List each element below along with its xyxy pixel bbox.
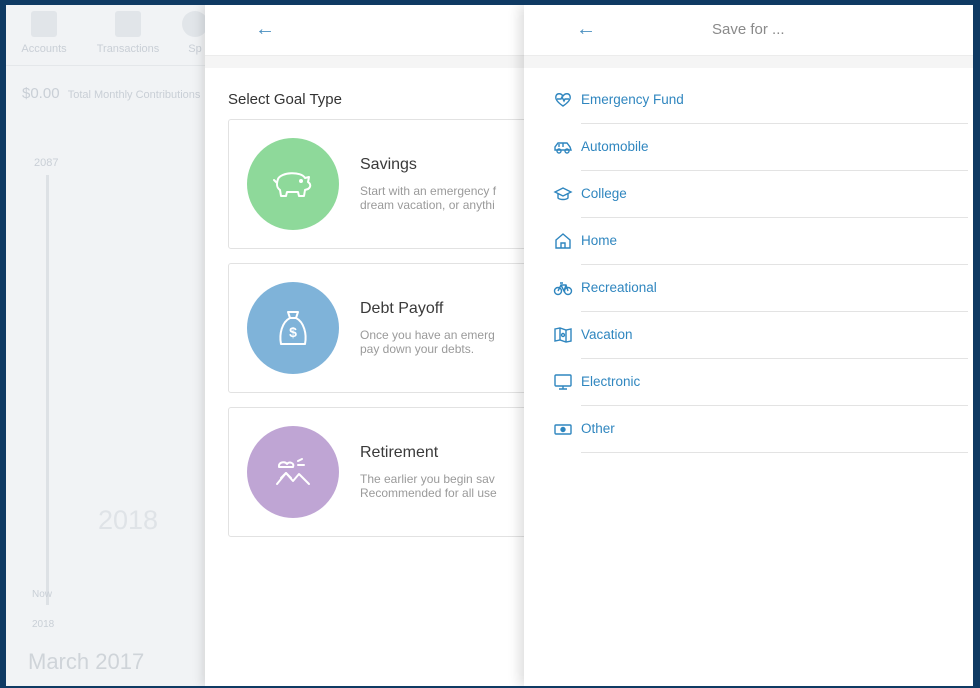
bicycle-icon: [553, 282, 573, 296]
goal-type-panel: ← Select Goal Type Savings Start with an…: [205, 5, 548, 686]
save-item-home[interactable]: Home: [548, 218, 968, 265]
goal-panel-header: ←: [205, 5, 535, 56]
timeline-now-label: Now: [32, 589, 53, 600]
save-item-emergency-fund[interactable]: Emergency Fund: [548, 77, 968, 124]
nav-transactions: Transactions: [88, 11, 168, 55]
current-month: March 2017: [28, 649, 145, 674]
svg-text:$: $: [289, 324, 297, 340]
nav-accounts: Accounts: [14, 11, 74, 55]
monitor-icon: [554, 374, 572, 390]
contribution-summary: $0.00 Total Monthly Contributions: [22, 85, 200, 102]
back-arrow-icon[interactable]: ←: [576, 19, 596, 39]
save-item-other[interactable]: Other: [548, 406, 968, 453]
sunset-mountains-icon: [247, 426, 339, 518]
goal-card-retirement[interactable]: Retirement The earlier you begin sav Rec…: [228, 407, 548, 537]
save-item-label: Emergency Fund: [581, 92, 684, 107]
save-item-college[interactable]: College: [548, 171, 968, 218]
goal-panel-subheader: [205, 56, 535, 68]
goal-desc-debt-payoff: Once you have an emerg pay down your deb…: [360, 328, 495, 356]
map-icon: [554, 327, 572, 343]
nav-accounts-label: Accounts: [21, 43, 67, 55]
goal-card-debt-payoff[interactable]: $ Debt Payoff Once you have an emerg pay…: [228, 263, 548, 393]
save-item-label: Other: [581, 421, 615, 436]
save-item-label: Home: [581, 233, 618, 248]
save-item-vacation[interactable]: Vacation: [548, 312, 968, 359]
contribution-label: Total Monthly Contributions: [67, 89, 201, 101]
background-nav: Accounts Transactions Sp: [6, 5, 226, 66]
save-item-label: Electronic: [581, 374, 641, 389]
contribution-amount: $0.00: [22, 85, 60, 102]
back-arrow-icon[interactable]: ←: [255, 19, 275, 39]
goal-desc-retirement: The earlier you begin sav Recommended fo…: [360, 472, 497, 500]
save-item-label: Recreational: [581, 280, 657, 295]
house-icon: [555, 233, 571, 249]
list-icon: [115, 11, 141, 37]
divider: [581, 452, 968, 453]
timeline-year-top: 2087: [34, 157, 59, 169]
save-item-label: College: [581, 186, 627, 201]
background-app: Accounts Transactions Sp $0.00 Total Mon…: [6, 5, 226, 686]
piggy-bank-icon: [247, 138, 339, 230]
car-icon: [554, 142, 572, 154]
goal-name-debt-payoff: Debt Payoff: [360, 300, 444, 317]
timeline-track: [46, 175, 49, 605]
graduation-cap-icon: [553, 187, 573, 201]
goal-card-savings[interactable]: Savings Start with an emergency f dream …: [228, 119, 548, 249]
money-bag-icon: $: [247, 282, 339, 374]
nav-spending-label: Sp: [188, 43, 202, 55]
save-panel-header: ← Save for ...: [524, 5, 973, 56]
timeline-year-mid: 2018: [98, 505, 159, 535]
heartbeat-icon: [555, 93, 571, 107]
save-category-list: Emergency Fund Automobile College Home R…: [548, 77, 968, 453]
save-item-automobile[interactable]: Automobile: [548, 124, 968, 171]
save-item-label: Automobile: [581, 139, 649, 154]
screenshot-frame: Accounts Transactions Sp $0.00 Total Mon…: [0, 0, 980, 688]
save-item-electronic[interactable]: Electronic: [548, 359, 968, 406]
briefcase-icon: [31, 11, 57, 37]
save-item-recreational[interactable]: Recreational: [548, 265, 968, 312]
nav-transactions-label: Transactions: [96, 43, 160, 55]
save-panel-title: Save for ...: [712, 21, 785, 38]
goal-name-retirement: Retirement: [360, 444, 439, 461]
cash-icon: [554, 424, 572, 435]
goal-name-savings: Savings: [360, 156, 417, 173]
save-item-label: Vacation: [581, 327, 633, 342]
save-panel-subheader: [524, 56, 973, 68]
save-for-panel: ← Save for ... Emergency Fund Automobile: [524, 5, 973, 686]
timeline-year-bottom: 2018: [32, 619, 55, 630]
goal-panel-title: Select Goal Type: [228, 91, 342, 108]
goal-desc-savings: Start with an emergency f dream vacation…: [360, 184, 497, 212]
